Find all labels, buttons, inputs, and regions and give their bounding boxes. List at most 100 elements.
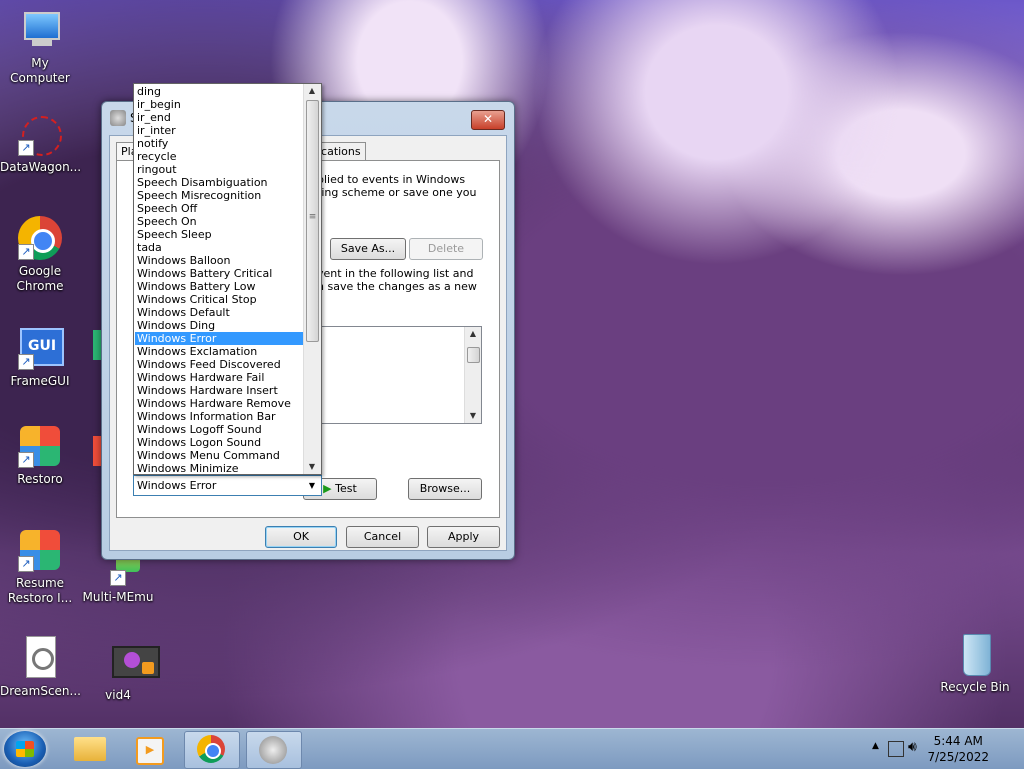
dropdown-option[interactable]: ir_inter (135, 124, 304, 137)
dropdown-option[interactable]: Windows Battery Critical (135, 267, 304, 280)
shortcut-arrow-icon: ↗ (18, 556, 34, 572)
scroll-thumb[interactable] (467, 347, 480, 363)
desktop-icon-resume-restoro[interactable]: ↗ Resume Restoro I... (0, 528, 80, 606)
description-line-1: plied to events in Windows (317, 173, 466, 186)
chrome-icon: ↗ (18, 216, 62, 260)
dropdown-option[interactable]: tada (135, 241, 304, 254)
dropdown-option[interactable]: Windows Information Bar (135, 410, 304, 423)
dropdown-option[interactable]: recycle (135, 150, 304, 163)
cancel-button[interactable]: Cancel (346, 526, 419, 548)
chevron-down-icon[interactable]: ▼ (465, 409, 481, 423)
desktop-icon-label: Resume Restoro I... (7, 576, 73, 605)
instruction-line-2: n save the changes as a new (317, 280, 477, 293)
sounds-dropdown-list[interactable]: ding ir_begin ir_end ir_inter notify recycle r… (133, 83, 322, 475)
desktop-icon-my-computer[interactable]: My Computer (0, 8, 80, 86)
dropdown-option[interactable]: Windows Hardware Fail (135, 371, 304, 384)
dropdown-option[interactable]: Speech On (135, 215, 304, 228)
dropdown-option[interactable]: Windows Error (135, 332, 304, 345)
taskbar-chrome[interactable] (184, 731, 240, 769)
taskbar: ▶ ▲ 🔊︎ 5:44 AM 7/25/2022 (0, 728, 1024, 769)
dropdown-option[interactable]: Windows Exclamation (135, 345, 304, 358)
save-as-button[interactable]: Save As... (330, 238, 406, 260)
taskbar-media-player[interactable]: ▶ (122, 731, 176, 767)
media-player-icon: ▶ (136, 737, 164, 765)
dropdown-option[interactable]: Windows Hardware Insert (135, 384, 304, 397)
dropdown-option[interactable]: Windows Menu Command (135, 449, 304, 462)
start-button[interactable] (4, 731, 46, 767)
dropdown-option[interactable]: Windows Logoff Sound (135, 423, 304, 436)
desktop-icon-restoro[interactable]: ↗ Restoro (0, 424, 80, 487)
instruction-line-1: vent in the following list and (317, 267, 474, 280)
network-icon[interactable] (888, 741, 904, 757)
dropdown-option[interactable]: Windows Battery Low (135, 280, 304, 293)
sounds-combobox[interactable]: Windows Error ▼ (133, 475, 322, 496)
dropdown-option[interactable]: ir_end (135, 111, 304, 124)
dropdown-option[interactable]: Windows Minimize (135, 462, 304, 474)
dropdown-option[interactable]: Windows Critical Stop (135, 293, 304, 306)
settings-file-icon (18, 636, 62, 680)
windows-logo-icon (16, 741, 34, 757)
framegui-icon: GUI ↗ (18, 326, 64, 370)
shortcut-arrow-icon: ↗ (18, 354, 34, 370)
ok-button[interactable]: OK (265, 526, 337, 548)
browse-button[interactable]: Browse... (408, 478, 482, 500)
desktop-icon-label: Recycle Bin (940, 680, 1010, 694)
desktop-icon-label: Google Chrome (16, 264, 64, 293)
chevron-up-icon[interactable]: ▲ (465, 327, 481, 341)
partial-desktop-icon (93, 330, 101, 360)
dropdown-option[interactable]: notify (135, 137, 304, 150)
sounds-combobox-value: Windows Error (137, 479, 217, 492)
desktop-icon-google-chrome[interactable]: ↗ Google Chrome (0, 216, 80, 294)
chevron-down-icon[interactable]: ▼ (304, 477, 320, 494)
taskbar-sound[interactable] (246, 731, 302, 769)
recycle-bin-icon (953, 632, 997, 676)
taskbar-explorer[interactable] (64, 731, 118, 767)
volume-icon[interactable]: 🔊︎ (908, 739, 917, 755)
dropdown-option[interactable]: Speech Misrecognition (135, 189, 304, 202)
shortcut-arrow-icon: ↗ (18, 140, 34, 156)
desktop-icon-label: Restoro (17, 472, 63, 486)
dropdown-option[interactable]: ir_begin (135, 98, 304, 111)
dropdown-scrollbar[interactable]: ▲ ≡ ▼ (303, 84, 321, 474)
play-icon: ▶ (323, 482, 332, 495)
partial-desktop-icon (93, 436, 101, 466)
clock-time: 5:44 AM (933, 734, 983, 748)
desktop-icon-label: DreamScen... (0, 684, 81, 698)
dropdown-option[interactable]: Windows Logon Sound (135, 436, 304, 449)
desktop-icon-recycle-bin[interactable]: Recycle Bin (935, 632, 1015, 695)
dropdown-option[interactable]: Speech Sleep (135, 228, 304, 241)
desktop-icon-label: DataWagon... (0, 160, 82, 174)
sounds-dropdown-items: ding ir_begin ir_end ir_inter notify recycle r… (135, 85, 304, 474)
scroll-thumb[interactable]: ≡ (306, 100, 319, 342)
desktop-icon-vid4[interactable]: vid4 (78, 640, 160, 703)
dropdown-option[interactable]: Speech Off (135, 202, 304, 215)
close-button[interactable]: ✕ (471, 110, 505, 130)
folder-icon (74, 737, 106, 761)
shortcut-arrow-icon: ↗ (18, 452, 34, 468)
program-events-list[interactable]: ▲ ▼ (318, 326, 482, 424)
dropdown-option[interactable]: Windows Default (135, 306, 304, 319)
description-line-2: ting scheme or save one you (317, 186, 477, 199)
dropdown-option[interactable]: ringout (135, 163, 304, 176)
speaker-icon (110, 110, 126, 126)
shortcut-arrow-icon: ↗ (18, 244, 34, 260)
show-hidden-icons-icon[interactable]: ▲ (872, 741, 879, 751)
desktop-icon-label: vid4 (105, 688, 131, 702)
chevron-up-icon[interactable]: ▲ (304, 84, 320, 98)
delete-button[interactable]: Delete (409, 238, 483, 260)
datawagon-icon: ↗ (18, 112, 62, 156)
dropdown-option[interactable]: Windows Balloon (135, 254, 304, 267)
apply-button[interactable]: Apply (427, 526, 500, 548)
shortcut-arrow-icon: ↗ (110, 570, 126, 586)
dropdown-option[interactable]: Windows Hardware Remove (135, 397, 304, 410)
chevron-down-icon[interactable]: ▼ (304, 460, 320, 474)
dropdown-option[interactable]: Speech Disambiguation (135, 176, 304, 189)
desktop-icon-dreamscene[interactable]: DreamScen... (0, 636, 81, 699)
dropdown-option[interactable]: Windows Ding (135, 319, 304, 332)
clock[interactable]: 5:44 AM 7/25/2022 (927, 733, 989, 765)
events-scrollbar[interactable]: ▲ ▼ (464, 327, 481, 423)
desktop-icon-framegui[interactable]: GUI ↗ FrameGUI (0, 326, 80, 389)
dropdown-option[interactable]: Windows Feed Discovered (135, 358, 304, 371)
dropdown-option[interactable]: ding (135, 85, 304, 98)
desktop-icon-datawagon[interactable]: ↗ DataWagon... (0, 112, 82, 175)
